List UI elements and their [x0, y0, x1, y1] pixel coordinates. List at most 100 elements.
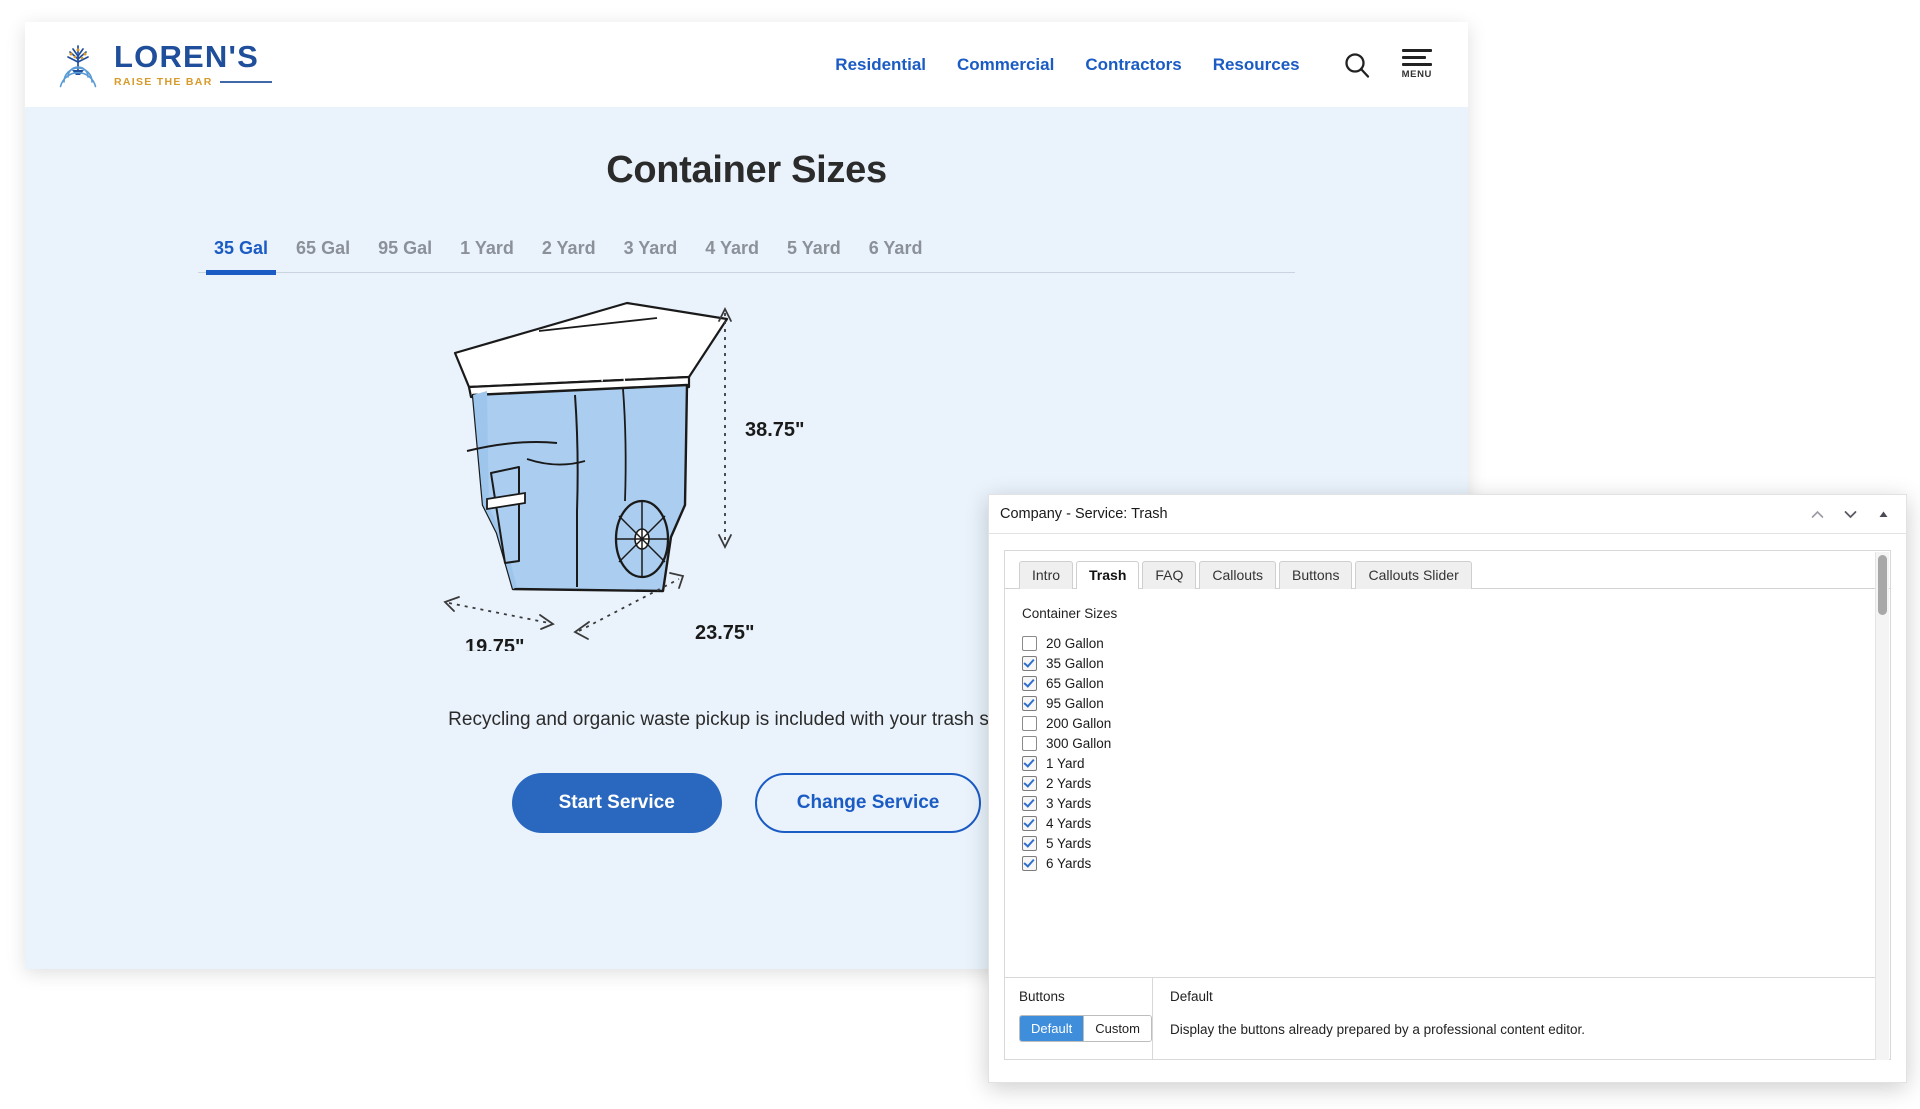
panel-tabs: Intro Trash FAQ Callouts Buttons Callout…	[1005, 551, 1890, 589]
checkbox-row-3-yards[interactable]: 3 Yards	[1022, 793, 1890, 813]
site-logo[interactable]: LOREN'S RAISE THE BAR	[55, 41, 272, 88]
tab-5-yard[interactable]: 5 Yard	[773, 238, 855, 272]
depth-label: 23.75"	[695, 622, 755, 644]
buttons-mode-custom[interactable]: Custom	[1083, 1016, 1151, 1041]
checkbox-6-yards[interactable]	[1022, 855, 1037, 871]
checkbox-row-95-gallon[interactable]: 95 Gallon	[1022, 693, 1890, 713]
nav-link-contractors[interactable]: Contractors	[1085, 55, 1181, 75]
checkbox-row-200-gallon[interactable]: 200 Gallon	[1022, 713, 1890, 733]
checkbox-label-20-gallon: 20 Gallon	[1046, 635, 1104, 651]
checkbox-2-yards[interactable]	[1022, 775, 1037, 791]
panel-controls	[1809, 506, 1892, 523]
site-header: LOREN'S RAISE THE BAR Residential Commer…	[25, 22, 1468, 107]
checkbox-4-yards[interactable]	[1022, 815, 1037, 831]
checkbox-95-gallon[interactable]	[1022, 695, 1037, 711]
checkbox-1-yard[interactable]	[1022, 755, 1037, 771]
menu-bars	[1401, 49, 1432, 66]
checkbox-5-yards[interactable]	[1022, 835, 1037, 851]
service-editor-panel: Company - Service: Trash Intro Trash FAQ…	[988, 494, 1907, 1083]
panel-tab-callouts[interactable]: Callouts	[1199, 561, 1276, 589]
logo-divider	[219, 81, 272, 83]
nav-link-resources[interactable]: Resources	[1213, 55, 1300, 75]
panel-title-bar: Company - Service: Trash	[989, 495, 1906, 534]
buttons-settings-detail: Default Display the buttons already prep…	[1153, 978, 1876, 1059]
checkbox-label-35-gallon: 35 Gallon	[1046, 655, 1104, 671]
checkbox-label-65-gallon: 65 Gallon	[1046, 675, 1104, 691]
buttons-detail-description: Display the buttons already prepared by …	[1170, 1022, 1586, 1037]
search-icon[interactable]	[1342, 50, 1372, 80]
checkbox-label-5-yards: 5 Yards	[1046, 835, 1092, 851]
tab-6-yard[interactable]: 6 Yard	[855, 238, 937, 272]
tab-35-gal[interactable]: 35 Gal	[200, 238, 282, 275]
nav-link-residential[interactable]: Residential	[835, 55, 926, 75]
triangle-up-icon[interactable]	[1875, 506, 1892, 523]
panel-tab-callouts-slider[interactable]: Callouts Slider	[1355, 561, 1472, 589]
change-service-button[interactable]: Change Service	[754, 773, 982, 833]
checkbox-3-yards[interactable]	[1022, 795, 1037, 811]
checkbox-20-gallon[interactable]	[1022, 635, 1037, 651]
panel-title: Company - Service: Trash	[1000, 506, 1168, 522]
site-nav: Residential Commercial Contractors Resou…	[835, 49, 1432, 80]
panel-scrollbar-thumb[interactable]	[1878, 555, 1887, 615]
panel-tab-faq[interactable]: FAQ	[1142, 561, 1197, 589]
buttons-mode-default[interactable]: Default	[1020, 1016, 1084, 1041]
checkbox-300-gallon[interactable]	[1022, 735, 1037, 751]
checkbox-label-3-yards: 3 Yards	[1046, 795, 1092, 811]
screen-root: LOREN'S RAISE THE BAR Residential Commer…	[0, 0, 1920, 1109]
logo-tagline: RAISE THE BAR	[114, 76, 213, 88]
checkbox-row-6-yards[interactable]: 6 Yards	[1022, 853, 1890, 873]
checkbox-label-4-yards: 4 Yards	[1046, 815, 1092, 831]
height-label: 38.75"	[745, 419, 805, 441]
trash-container-illustration: 38.75" 19.75" 23.75"	[442, 301, 805, 651]
checkbox-label-6-yards: 6 Yards	[1046, 855, 1092, 871]
logo-name: LOREN'S	[114, 39, 259, 74]
container-size-tabs: 35 Gal 65 Gal 95 Gal 1 Yard 2 Yard 3 Yar…	[198, 238, 1295, 275]
chevron-down-icon[interactable]	[1842, 506, 1859, 523]
tab-4-yard[interactable]: 4 Yard	[691, 238, 773, 272]
checkbox-35-gallon[interactable]	[1022, 655, 1037, 671]
nav-links: Residential Commercial Contractors Resou…	[835, 55, 1299, 75]
buttons-mode-toggle: Default Custom	[1019, 1015, 1152, 1042]
chevron-up-icon[interactable]	[1809, 506, 1826, 523]
tab-3-yard[interactable]: 3 Yard	[610, 238, 692, 272]
tree-logo-icon	[55, 42, 101, 88]
buttons-settings-section: Buttons Default Custom Default Display t…	[1005, 977, 1876, 1059]
tab-1-yard[interactable]: 1 Yard	[446, 238, 528, 272]
checkbox-row-20-gallon[interactable]: 20 Gallon	[1022, 633, 1890, 653]
container-sizes-label: Container Sizes	[1022, 606, 1118, 621]
buttons-detail-title: Default	[1170, 989, 1213, 1004]
checkbox-row-1-yard[interactable]: 1 Yard	[1022, 753, 1890, 773]
nav-link-commercial[interactable]: Commercial	[957, 55, 1054, 75]
checkbox-label-1-yard: 1 Yard	[1046, 755, 1085, 771]
hamburger-menu-icon[interactable]: MENU	[1402, 49, 1432, 80]
checkbox-row-35-gallon[interactable]: 35 Gallon	[1022, 653, 1890, 673]
width-label: 19.75"	[465, 636, 525, 651]
checkbox-label-95-gallon: 95 Gallon	[1046, 695, 1104, 711]
buttons-settings-label: Buttons	[1019, 989, 1065, 1004]
checkbox-row-300-gallon[interactable]: 300 Gallon	[1022, 733, 1890, 753]
checkbox-65-gallon[interactable]	[1022, 675, 1037, 691]
checkbox-row-65-gallon[interactable]: 65 Gallon	[1022, 673, 1890, 693]
menu-label: MENU	[1401, 69, 1432, 80]
tab-95-gal[interactable]: 95 Gal	[364, 238, 446, 272]
checkbox-row-5-yards[interactable]: 5 Yards	[1022, 833, 1890, 853]
panel-scrollbar[interactable]	[1875, 552, 1889, 1060]
checkbox-label-300-gallon: 300 Gallon	[1046, 735, 1112, 751]
checkbox-label-2-yards: 2 Yards	[1046, 775, 1092, 791]
checkbox-row-4-yards[interactable]: 4 Yards	[1022, 813, 1890, 833]
nav-icons: MENU	[1342, 49, 1432, 80]
page-title: Container Sizes	[606, 149, 887, 191]
buttons-settings-left: Buttons Default Custom	[1005, 978, 1153, 1059]
start-service-button[interactable]: Start Service	[511, 773, 722, 833]
panel-form: Container Sizes 20 Gallon 35 Gallon 65 G…	[1005, 589, 1890, 873]
panel-content-area: Intro Trash FAQ Callouts Buttons Callout…	[1004, 550, 1891, 1060]
tab-65-gal[interactable]: 65 Gal	[282, 238, 364, 272]
panel-tab-trash[interactable]: Trash	[1076, 561, 1140, 589]
panel-tab-buttons[interactable]: Buttons	[1278, 561, 1353, 589]
checkbox-row-2-yards[interactable]: 2 Yards	[1022, 773, 1890, 793]
checkbox-200-gallon[interactable]	[1022, 715, 1037, 731]
checkbox-label-200-gallon: 200 Gallon	[1046, 715, 1112, 731]
tab-2-yard[interactable]: 2 Yard	[528, 238, 610, 272]
panel-tab-intro[interactable]: Intro	[1019, 561, 1074, 589]
container-sizes-checkbox-list: 20 Gallon 35 Gallon 65 Gallon 95 Gallon …	[1022, 633, 1890, 873]
